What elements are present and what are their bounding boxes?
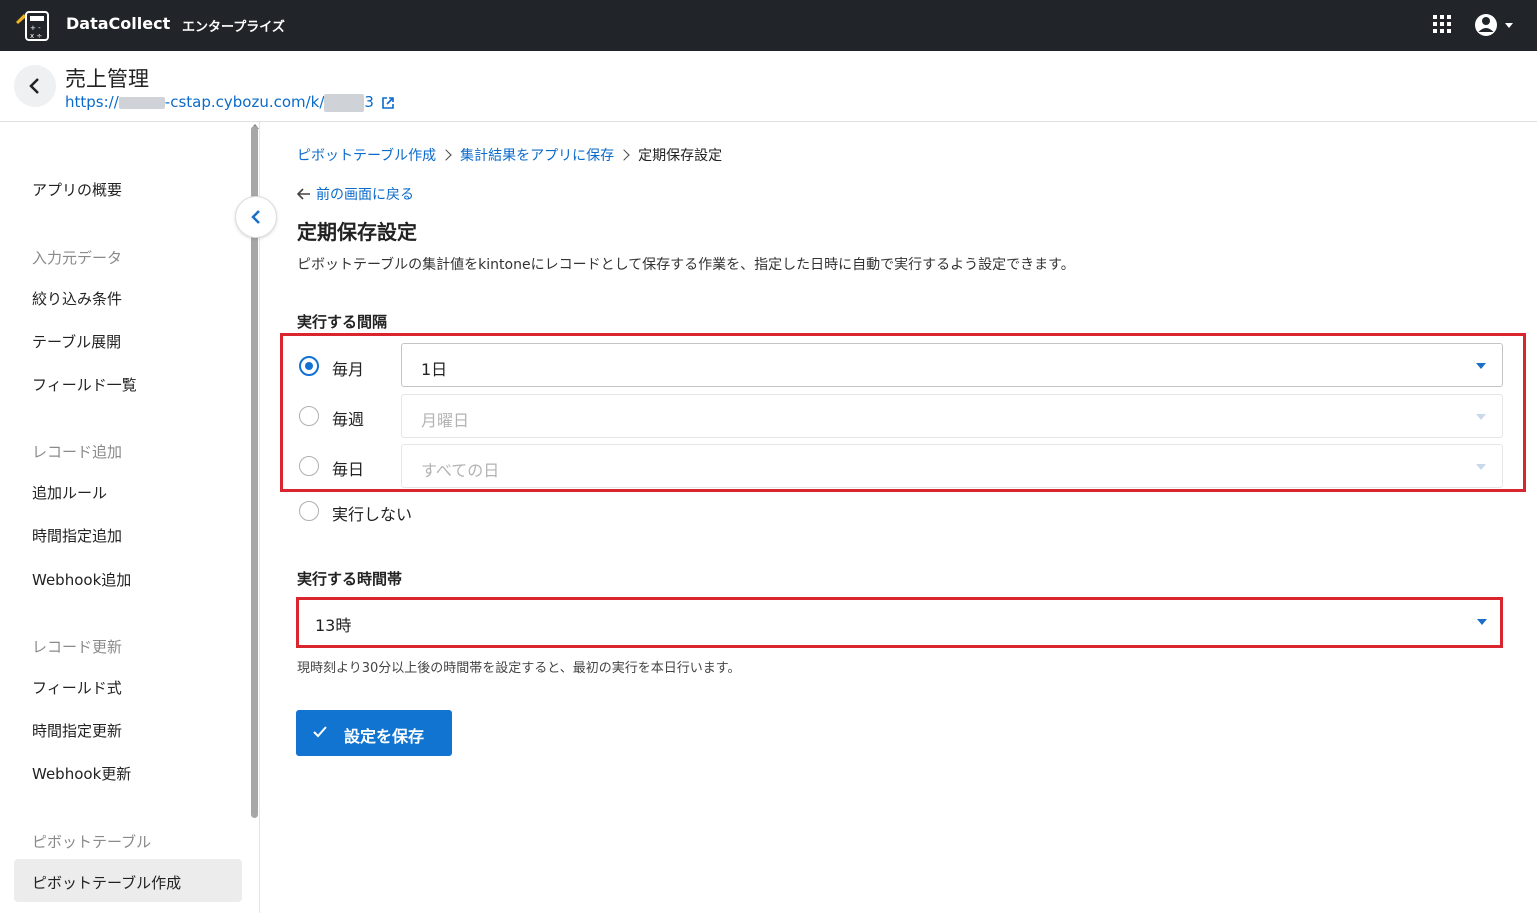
app-header: 売上管理 https:// -cstap.cybozu.com/k/3 [0, 51, 1537, 122]
svg-text:+ -: + - [30, 24, 41, 32]
check-icon [313, 726, 327, 738]
page-title: 定期保存設定 [297, 220, 417, 244]
sidebar-item-webhook-update[interactable]: Webhook更新 [32, 763, 131, 784]
time-slot-label: 実行する時間帯 [297, 570, 403, 588]
radio-label-weekly: 毎週 [332, 410, 365, 429]
breadcrumb-current: 定期保存設定 [638, 148, 723, 164]
sidebar-section-title: レコード追加 [32, 443, 123, 461]
select-value: 月曜日 [421, 411, 470, 430]
sidebar-section-title: 入力元データ [32, 249, 123, 267]
chevron-right-icon [440, 149, 452, 161]
breadcrumb: ピボットテーブル作成 集計結果をアプリに保存 定期保存設定 [297, 145, 722, 165]
chevron-left-icon [29, 78, 39, 94]
sidebar [0, 122, 260, 913]
radio-daily[interactable] [299, 456, 319, 476]
apps-grid-icon[interactable] [1432, 14, 1452, 34]
select-value: 1日 [421, 360, 448, 379]
arrow-left-icon [296, 188, 310, 200]
caret-down-icon [1476, 363, 1486, 369]
datacollect-logo-icon[interactable]: + - x ÷ [14, 8, 50, 42]
sidebar-item-field-formula[interactable]: フィールド式 [32, 677, 122, 698]
time-slot-hint: 現時刻より30分以上後の時間帯を設定すると、最初の実行を本日行います。 [297, 661, 741, 676]
page-description: ピボットテーブルの集計値をkintoneにレコードとして保存する作業を、指定した… [297, 257, 1075, 273]
app-title: 売上管理 [65, 67, 149, 91]
url-prefix: https:// [65, 93, 119, 111]
sidebar-collapse-button[interactable] [235, 196, 277, 238]
sidebar-section-title: ピボットテーブル [32, 833, 152, 851]
sidebar-item-timed-add[interactable]: 時間指定追加 [32, 525, 122, 546]
radio-monthly[interactable] [299, 356, 319, 376]
sidebar-item-label: ピボットテーブル作成 [32, 874, 182, 892]
sidebar-item-filter[interactable]: 絞り込み条件 [32, 288, 122, 309]
select-value: すべての日 [421, 461, 500, 480]
top-bar: + - x ÷ DataCollect エンタープライズ [0, 0, 1537, 51]
back-link-label: 前の画面に戻る [316, 187, 414, 203]
monthly-day-select[interactable]: 1日 [401, 343, 1503, 387]
weekly-day-select: 月曜日 [401, 394, 1503, 438]
sidebar-item-timed-update[interactable]: 時間指定更新 [32, 720, 122, 741]
select-value: 13時 [315, 616, 352, 635]
external-link-icon [381, 96, 394, 109]
sidebar-item-field-list[interactable]: フィールド一覧 [32, 374, 137, 395]
url-suffix: 3 [364, 93, 374, 111]
radio-label-daily: 毎日 [332, 460, 365, 479]
account-icon[interactable] [1474, 11, 1518, 39]
radio-label-none: 実行しない [332, 505, 413, 524]
radio-label-monthly: 毎月 [332, 360, 365, 379]
caret-down-icon [1476, 464, 1486, 470]
sidebar-section-title: レコード更新 [32, 638, 123, 656]
app-url-link[interactable]: https:// -cstap.cybozu.com/k/3 [65, 93, 395, 112]
chevron-left-icon [251, 210, 260, 224]
interval-label: 実行する間隔 [297, 313, 388, 331]
sidebar-item-overview[interactable]: アプリの概要 [32, 179, 122, 200]
radio-weekly[interactable] [299, 406, 319, 426]
caret-down-icon [1477, 619, 1487, 625]
redacted-mask [324, 93, 365, 112]
brand-name: DataCollect [66, 14, 171, 33]
time-slot-select[interactable]: 13時 [299, 600, 1499, 644]
url-middle: -cstap.cybozu.com/k/ [164, 93, 325, 111]
radio-none[interactable] [299, 501, 319, 521]
sidebar-item-table-expand[interactable]: テーブル展開 [32, 331, 121, 352]
save-button[interactable]: 設定を保存 [296, 710, 452, 756]
sidebar-item-add-rule[interactable]: 追加ルール [32, 482, 107, 503]
sidebar-item-webhook-add[interactable]: Webhook追加 [32, 569, 131, 590]
back-button[interactable] [14, 65, 56, 107]
chevron-right-icon [618, 149, 630, 161]
back-link[interactable]: 前の画面に戻る [296, 184, 414, 204]
save-button-label: 設定を保存 [344, 727, 425, 746]
redacted-mask [118, 96, 165, 109]
daily-day-select: すべての日 [401, 444, 1503, 488]
breadcrumb-link[interactable]: ピボットテーブル作成 [297, 148, 436, 164]
caret-down-icon [1476, 414, 1486, 420]
breadcrumb-link[interactable]: 集計結果をアプリに保存 [460, 148, 614, 164]
svg-text:x ÷: x ÷ [30, 32, 42, 40]
edition-label: エンタープライズ [182, 20, 285, 35]
